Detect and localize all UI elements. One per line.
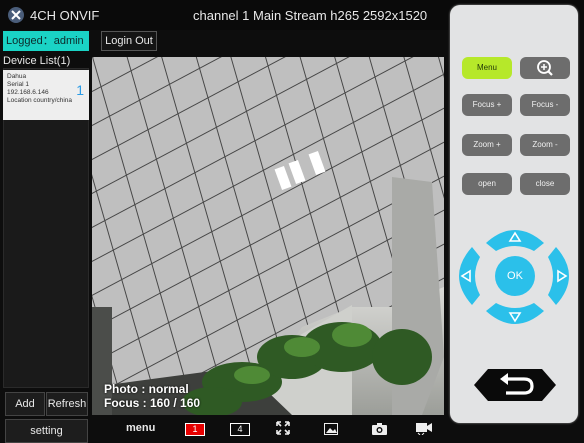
stream-info: channel 1 Main Stream h265 2592x1520 xyxy=(193,8,428,23)
focus-overlay: Focus : 160 / 160 xyxy=(104,396,201,410)
device-index: 1 xyxy=(76,82,84,98)
camera-icon[interactable] xyxy=(372,422,387,440)
zoom-plus-button[interactable]: Zoom + xyxy=(462,134,512,156)
pan-right-button[interactable] xyxy=(546,245,576,307)
add-button[interactable]: Add xyxy=(5,392,45,416)
app-title: 4CH ONVIF xyxy=(30,8,100,23)
setting-button[interactable]: setting xyxy=(5,419,88,443)
record-video-icon[interactable] xyxy=(416,421,432,440)
photo-mode-overlay: Photo : normal xyxy=(104,382,189,396)
zoom-in-icon xyxy=(537,60,553,76)
ptz-control-panel: Menu Focus + Focus - Zoom + Zoom - open … xyxy=(450,5,578,423)
quad-channel-button[interactable]: 4 xyxy=(230,423,250,436)
device-list-item[interactable]: Dahua Serial 1 192.168.6.146 Location co… xyxy=(3,70,89,120)
menu-tool[interactable]: menu xyxy=(126,422,155,434)
iris-close-button[interactable]: close xyxy=(520,173,570,195)
logged-in-status: Logged：admin xyxy=(3,31,89,51)
device-serial: Serial 1 xyxy=(7,81,30,88)
back-button[interactable] xyxy=(470,365,560,405)
gallery-icon[interactable] xyxy=(324,422,338,440)
zoom-minus-button[interactable]: Zoom - xyxy=(520,134,570,156)
pan-down-button[interactable] xyxy=(484,301,546,331)
ok-button[interactable]: OK xyxy=(495,256,535,296)
camera-scene xyxy=(92,57,444,415)
zoom-search-button[interactable] xyxy=(520,57,570,79)
device-location: Location country/china xyxy=(7,97,73,104)
device-ip: 192.168.6.146 xyxy=(7,89,49,96)
app-logo-icon xyxy=(8,7,24,23)
device-list-title: Device List(1) xyxy=(3,55,71,67)
iris-open-button[interactable]: open xyxy=(462,173,512,195)
pan-left-button[interactable] xyxy=(452,245,482,307)
fullscreen-icon[interactable] xyxy=(276,421,290,440)
pan-up-button[interactable] xyxy=(484,223,546,253)
login-out-button[interactable]: Login Out xyxy=(101,31,157,51)
device-name: Dahua xyxy=(7,73,27,80)
single-channel-button[interactable]: 1 xyxy=(185,423,205,436)
focus-minus-button[interactable]: Focus - xyxy=(520,94,570,116)
video-feed[interactable]: Photo : normal Focus : 160 / 160 xyxy=(92,57,444,415)
refresh-button[interactable]: Refresh xyxy=(46,392,88,416)
bottom-toolbar: menu 1 4 xyxy=(90,415,444,442)
menu-button[interactable]: Menu xyxy=(462,57,512,79)
focus-plus-button[interactable]: Focus + xyxy=(462,94,512,116)
